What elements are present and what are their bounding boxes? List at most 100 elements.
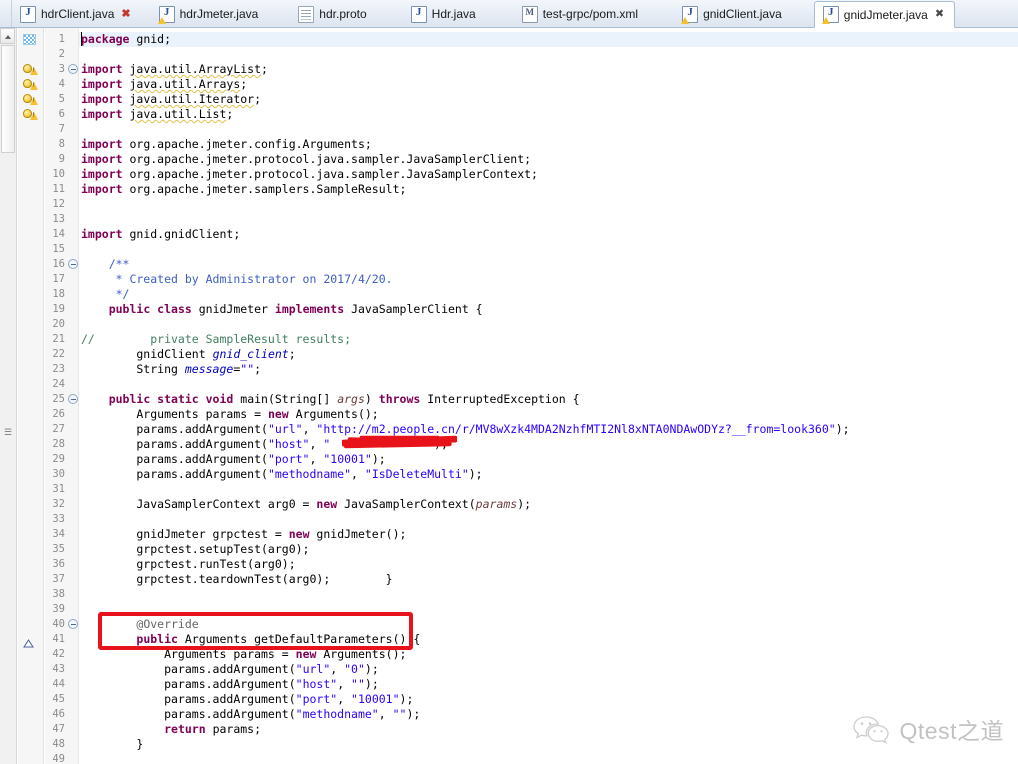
tab-close-icon[interactable]: ✖ xyxy=(935,9,944,20)
code-token: , xyxy=(351,467,365,481)
line-number: 22 xyxy=(52,348,65,360)
code-line[interactable]: params.addArgument("port", "10001"); xyxy=(81,692,413,707)
code-token: params.addArgument( xyxy=(81,692,296,706)
line-number: 46 xyxy=(52,708,65,720)
editor-tab-hdrclient-java[interactable]: hdrClient.java ✖ xyxy=(12,1,141,27)
code-line[interactable]: params.addArgument("host", ""); xyxy=(81,677,379,692)
code-folding-gutter[interactable] xyxy=(67,28,79,764)
editor-tab-hdrjmeter-java[interactable]: hdrJmeter.java xyxy=(151,1,269,27)
java-file-icon xyxy=(20,5,36,23)
text-caret xyxy=(81,32,82,46)
code-fold-collapse-icon[interactable] xyxy=(68,619,78,629)
code-line[interactable]: * Created by Administrator on 2017/4/20. xyxy=(81,272,393,287)
code-token: import xyxy=(81,227,130,241)
tab-close-icon[interactable]: ✖ xyxy=(121,8,130,20)
editor-tab-test-grpc-pom-xml[interactable]: test-grpc/pom.xml xyxy=(514,1,648,27)
tab-label: hdr.proto xyxy=(319,7,367,21)
code-token: "methodname" xyxy=(267,467,352,481)
code-token: ; xyxy=(254,362,262,376)
code-token: "10001" xyxy=(323,452,372,466)
code-line[interactable]: /** xyxy=(81,257,130,272)
implements-method-marker-icon[interactable] xyxy=(23,635,34,648)
code-line[interactable]: import java.util.List; xyxy=(81,107,233,122)
code-line[interactable]: Arguments params = new Arguments(); xyxy=(81,407,378,422)
code-line[interactable]: Arguments params = new Arguments(); xyxy=(81,647,406,662)
line-number: 32 xyxy=(52,498,65,510)
code-line[interactable]: grpctest.teardownTest(arg0); } xyxy=(81,572,392,587)
line-number: 33 xyxy=(52,513,65,525)
code-token: * Created by Administrator on 2017/4/20. xyxy=(81,272,393,286)
editor-vertical-scrollbar[interactable]: ☰ xyxy=(0,28,17,764)
code-line[interactable]: params.addArgument("url", "0"); xyxy=(81,662,379,677)
java-file-warning-icon xyxy=(681,5,699,24)
code-token: "port" xyxy=(295,692,338,706)
warning-marker-icon[interactable] xyxy=(23,93,39,107)
code-line[interactable]: grpctest.setupTest(arg0); xyxy=(81,542,309,557)
code-line[interactable]: @Override xyxy=(81,617,198,632)
line-number: 31 xyxy=(52,483,65,495)
warning-marker-icon[interactable] xyxy=(23,108,39,122)
code-line[interactable]: */ xyxy=(81,287,130,302)
code-line[interactable]: String message=""; xyxy=(81,362,261,377)
code-token: return xyxy=(164,722,213,736)
warning-marker-icon[interactable] xyxy=(23,63,39,77)
code-fold-collapse-icon[interactable] xyxy=(68,259,78,269)
code-token: ; xyxy=(226,107,234,121)
code-line[interactable]: grpctest.runTest(arg0); xyxy=(81,557,295,572)
code-line[interactable]: import gnid.gnidClient; xyxy=(81,227,240,242)
code-token: "methodname" xyxy=(295,707,379,721)
code-fold-collapse-icon[interactable] xyxy=(68,64,78,74)
code-token: new xyxy=(295,647,324,661)
scrollbar-up-arrow-icon[interactable] xyxy=(0,28,15,44)
tab-label: gnidJmeter.java xyxy=(843,7,928,22)
code-line[interactable]: public static void main(String[] args) t… xyxy=(81,392,580,407)
line-number: 40 xyxy=(52,618,65,630)
code-line[interactable]: params.addArgument("methodname", ""); xyxy=(81,707,420,722)
code-token: params.addArgument( xyxy=(81,677,296,691)
code-fold-collapse-icon[interactable] xyxy=(68,394,78,404)
editor-tab-gnidjmeter-java[interactable]: gnidJmeter.java ✖ xyxy=(813,1,956,28)
editor-tab-hdr-java[interactable]: Hdr.java xyxy=(403,1,486,27)
line-number-gutter: 1 2 3 4 5 6 7 8 9 10 11 12 13 14 15 16 17 18 19 20 21 22 23 24 2… xyxy=(45,28,67,764)
code-line[interactable]: package gnid; xyxy=(81,32,171,47)
code-line[interactable]: params.addArgument("port", "10001"); xyxy=(81,452,385,467)
tab-label: test-grpc/pom.xml xyxy=(542,7,639,21)
code-line[interactable]: public Arguments getDefaultParameters() … xyxy=(81,632,420,647)
code-line[interactable]: // private SampleResult results; xyxy=(81,332,351,347)
code-line[interactable]: public class gnidJmeter implements JavaS… xyxy=(81,302,483,317)
tab-bar-left-edge xyxy=(0,0,12,27)
code-line[interactable]: import org.apache.jmeter.config.Argument… xyxy=(81,137,372,152)
code-token: public xyxy=(136,632,185,646)
line-number: 2 xyxy=(58,48,65,60)
line-number: 11 xyxy=(52,183,65,195)
warning-marker-icon[interactable] xyxy=(23,78,39,92)
code-line[interactable]: import org.apache.jmeter.protocol.java.s… xyxy=(81,167,538,182)
code-line[interactable]: return params; xyxy=(81,722,261,737)
code-token: Arguments(); xyxy=(323,647,407,661)
code-line[interactable]: gnidJmeter grpctest = new gnidJmeter(); xyxy=(81,527,406,542)
annotation-marker-ruler[interactable] xyxy=(18,28,44,764)
code-line[interactable]: params.addArgument("url", "http://m2.peo… xyxy=(81,422,849,437)
code-editor[interactable]: ☰ 12345678910111213141516171819202122232… xyxy=(0,28,1018,764)
code-text-area[interactable]: package gnid; import java.util.ArrayList;… xyxy=(79,28,1018,764)
code-line[interactable]: import java.util.ArrayList; xyxy=(81,62,268,77)
code-line[interactable]: gnidClient gnid_client; xyxy=(81,347,295,362)
code-token: org.apache.jmeter.protocol.java.sampler.… xyxy=(129,167,538,181)
code-line[interactable]: JavaSamplerContext arg0 = new JavaSample… xyxy=(81,497,531,512)
editor-tab-gnidclient-java[interactable]: gnidClient.java xyxy=(674,1,792,27)
scrollbar-thumb[interactable] xyxy=(1,45,15,153)
editor-tab-hdr-proto[interactable]: hdr.proto xyxy=(290,1,376,27)
code-token: grpctest.setupTest(arg0); xyxy=(81,542,310,556)
code-line[interactable]: import java.util.Iterator; xyxy=(81,92,261,107)
code-line[interactable]: params.addArgument("host", " "); xyxy=(81,437,448,452)
code-line[interactable]: import org.apache.jmeter.samplers.Sample… xyxy=(81,182,406,197)
code-line[interactable]: } xyxy=(81,737,143,752)
code-line[interactable]: import java.util.Arrays; xyxy=(81,77,247,92)
code-line[interactable]: import org.apache.jmeter.protocol.java.s… xyxy=(81,152,531,167)
line-number: 10 xyxy=(52,168,65,180)
code-token: public class xyxy=(108,302,199,316)
code-line[interactable]: params.addArgument("methodname", "IsDele… xyxy=(81,467,482,482)
java-file-warning-icon xyxy=(821,5,839,24)
